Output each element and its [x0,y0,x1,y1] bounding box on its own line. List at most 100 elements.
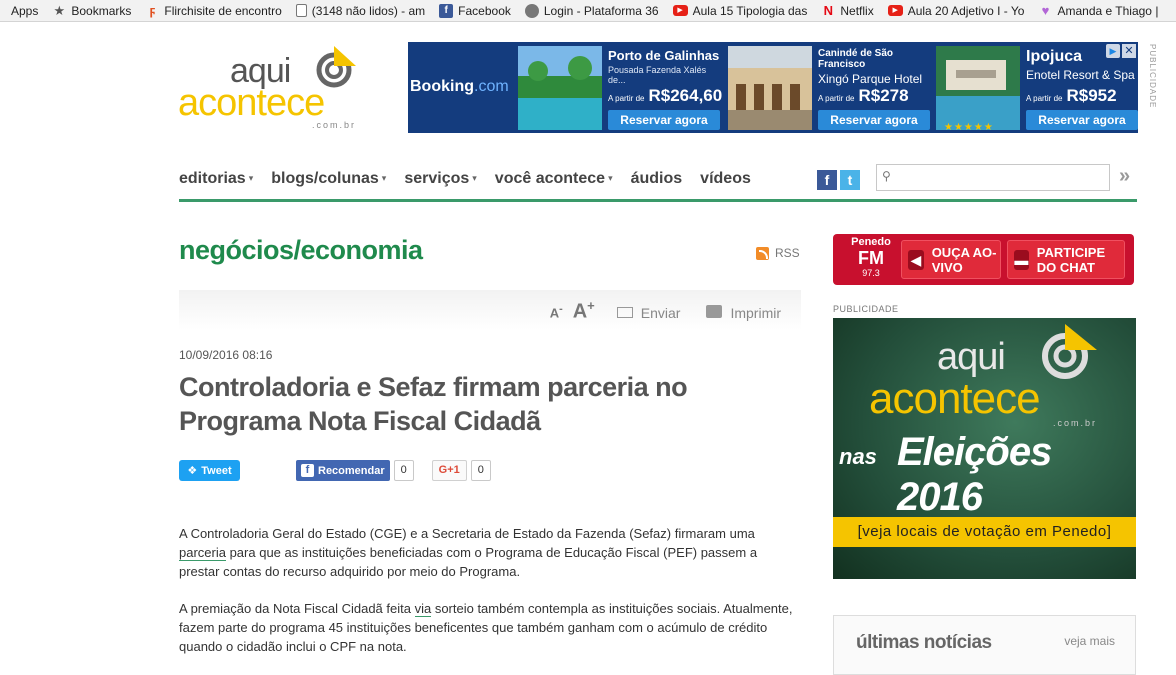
ad-title: Porto de Galinhas [608,48,720,63]
document-icon [295,4,307,17]
bookmark-bookmarks[interactable]: ★ Bookmarks [52,2,132,18]
double-chevron-right-icon[interactable]: » [1119,165,1130,188]
youtube-icon: ▶ [887,5,903,16]
bookmark-facebook[interactable]: f Facebook [439,3,511,18]
ad-photo-building [728,46,812,130]
ad-photo-pool [518,46,602,130]
search-icon[interactable]: ⚲ [882,169,891,183]
latest-news-box: últimas notícias veja mais [833,615,1136,675]
promo-elections-title: Eleições 2016 [897,430,1052,519]
parceria-link[interactable]: parceria [179,545,226,561]
ad-label-vertical: PUBLICIDADE [1148,44,1157,109]
nav-item-voce-acontece[interactable]: você acontece ▾ [495,170,613,188]
heart-icon: ♥ [1041,2,1050,18]
printer-icon[interactable] [706,304,723,318]
envelope-icon[interactable] [616,306,633,318]
ad-photo-resort [936,46,1020,130]
bookmark-netflix[interactable]: N Netflix [821,2,874,18]
ad-price: R$952 [1066,86,1117,105]
reserve-button[interactable]: Reservar agora [818,110,930,130]
logo-acontece: acontece [178,82,325,124]
promo-logo-domain: .com.br [1053,418,1098,428]
increase-font-button[interactable]: A+ [573,298,595,324]
nav-item-editorias[interactable]: editorias ▾ [179,170,253,188]
article-date: 10/09/2016 08:16 [179,348,273,362]
ad-card-caninde[interactable]: Canindé de São Francisco Xingó Parque Hot… [728,46,936,130]
caret-down-icon: ▾ [472,173,477,184]
join-chat-button[interactable]: ▬ PARTICIPE DO CHAT [1007,240,1125,279]
penedo-fm-logo: Penedo FM 97.3 [851,236,891,278]
ad-card-ipojuca[interactable]: ★★★★★ Ipojuca Enotel Resort & Spa A parti… [936,46,1144,133]
article-body: A Controladoria Geral do Estado (CGE) e … [179,524,794,674]
facebook-icon: f [439,3,454,18]
elections-promo-banner[interactable]: aqui acontece .com.br nas Eleições 2016 … [833,318,1136,579]
reserve-button[interactable]: Reservar agora [1026,110,1138,130]
google-plus-count: 0 [470,460,491,481]
ad-from: A partir de [608,94,645,103]
nav-item-servicos[interactable]: serviços ▾ [404,170,476,188]
recommend-button[interactable]: f Recomendar [296,460,390,481]
rss-icon [756,246,769,260]
article-title: Controladoria e Sefaz firmam parceria no… [179,372,688,436]
tweet-button[interactable]: ❖ Tweet [179,460,240,481]
ad-card-porto[interactable]: Porto de Galinhas Pousada Fazenda Xalés d… [518,46,726,130]
caret-down-icon: ▾ [608,173,613,184]
facebook-icon: f [301,464,314,477]
bookmark-aula15[interactable]: ▶ Aula 15 Tipologia das [672,4,807,18]
recommend-count: 0 [393,460,414,481]
main-nav: editorias ▾ blogs/colunas ▾ serviços ▾ você… [179,160,1137,202]
share-bar: ❖ Tweet f Recomendar 0 G+1 0 [179,460,491,481]
via-link[interactable]: via [414,601,432,617]
bookmark-login[interactable]: Login - Plataforma 36 [524,3,659,18]
ad-title: Canindé de São Francisco [818,48,894,70]
twitter-icon[interactable]: t [840,170,860,190]
booking-logo: Booking.com [410,78,509,95]
reserve-button[interactable]: Reservar agora [608,110,720,130]
youtube-icon: ▶ [672,5,688,16]
rss-link[interactable]: RSS [756,246,800,260]
nav-item-videos[interactable]: vídeos [700,170,751,188]
caret-down-icon: ▾ [381,173,387,184]
bookmark-flirchi[interactable]: ϝ Flirchisite de encontro [145,2,281,18]
polling-places-link[interactable]: [veja locais de votação em Penedo] [833,517,1136,547]
booking-ad-banner[interactable]: Booking.com Porto de Galinhas Pousada Faz… [408,42,1138,133]
google-plus-button[interactable]: G+1 [431,460,467,481]
article-paragraph: A premiação da Nota Fiscal Cidadã feita … [179,601,793,654]
nav-item-blogs[interactable]: blogs/colunas ▾ [271,170,386,188]
caret-down-icon: ▾ [248,173,254,184]
facebook-recommend: f Recomendar 0 [296,460,414,481]
search-box: ⚲ [876,164,1110,191]
latest-news-title: últimas notícias [856,632,992,653]
decrease-font-button[interactable]: A- [550,303,563,320]
netflix-icon: N [823,2,834,18]
ad-from: A partir de [1026,94,1063,103]
adchoices-icon[interactable]: ▶ [1106,44,1120,58]
star-icon: ★ [53,2,66,18]
bookmark-email[interactable]: (3148 não lidos) - am [295,4,425,18]
twitter-bird-icon: ❖ [187,465,198,477]
close-icon[interactable]: ✕ [1122,44,1136,58]
logo-swirl-icon [1042,324,1097,379]
article-tools-bar: A- A+ Enviar Imprimir [179,290,801,330]
facebook-icon[interactable]: f [817,170,837,190]
chat-bubble-icon: ▬ [1014,249,1029,270]
nav-item-audios[interactable]: áudios [631,170,683,188]
bookmark-apps[interactable]: Apps [6,4,38,18]
ad-subtitle: Enotel Resort & Spa [1026,68,1135,82]
ad-price: R$278 [858,86,909,105]
search-input[interactable] [899,168,1104,188]
see-more-link[interactable]: veja mais [1064,634,1115,648]
promo-nas: nas [839,444,877,469]
bookmarks-bar: Apps ★ Bookmarks ϝ Flirchisite de encontro… [0,0,1176,22]
flirchi-icon: ϝ [149,2,156,18]
site-logo[interactable]: aqui acontece .com.br [178,40,368,132]
ad-from: A partir de [818,94,855,103]
bookmark-amanda[interactable]: ♥ Amanda e Thiago | [1038,2,1159,18]
ad-label: PUBLICIDADE [833,304,899,314]
section-title[interactable]: negócios/economia [179,235,423,266]
listen-live-button[interactable]: ◀ OUÇA AO-VIVO [901,240,1001,279]
print-link[interactable]: Imprimir [730,305,781,321]
google-plus-share: G+1 0 [431,460,491,481]
send-link[interactable]: Enviar [641,305,681,321]
bookmark-aula20[interactable]: ▶ Aula 20 Adjetivo I - Yo [887,4,1024,18]
